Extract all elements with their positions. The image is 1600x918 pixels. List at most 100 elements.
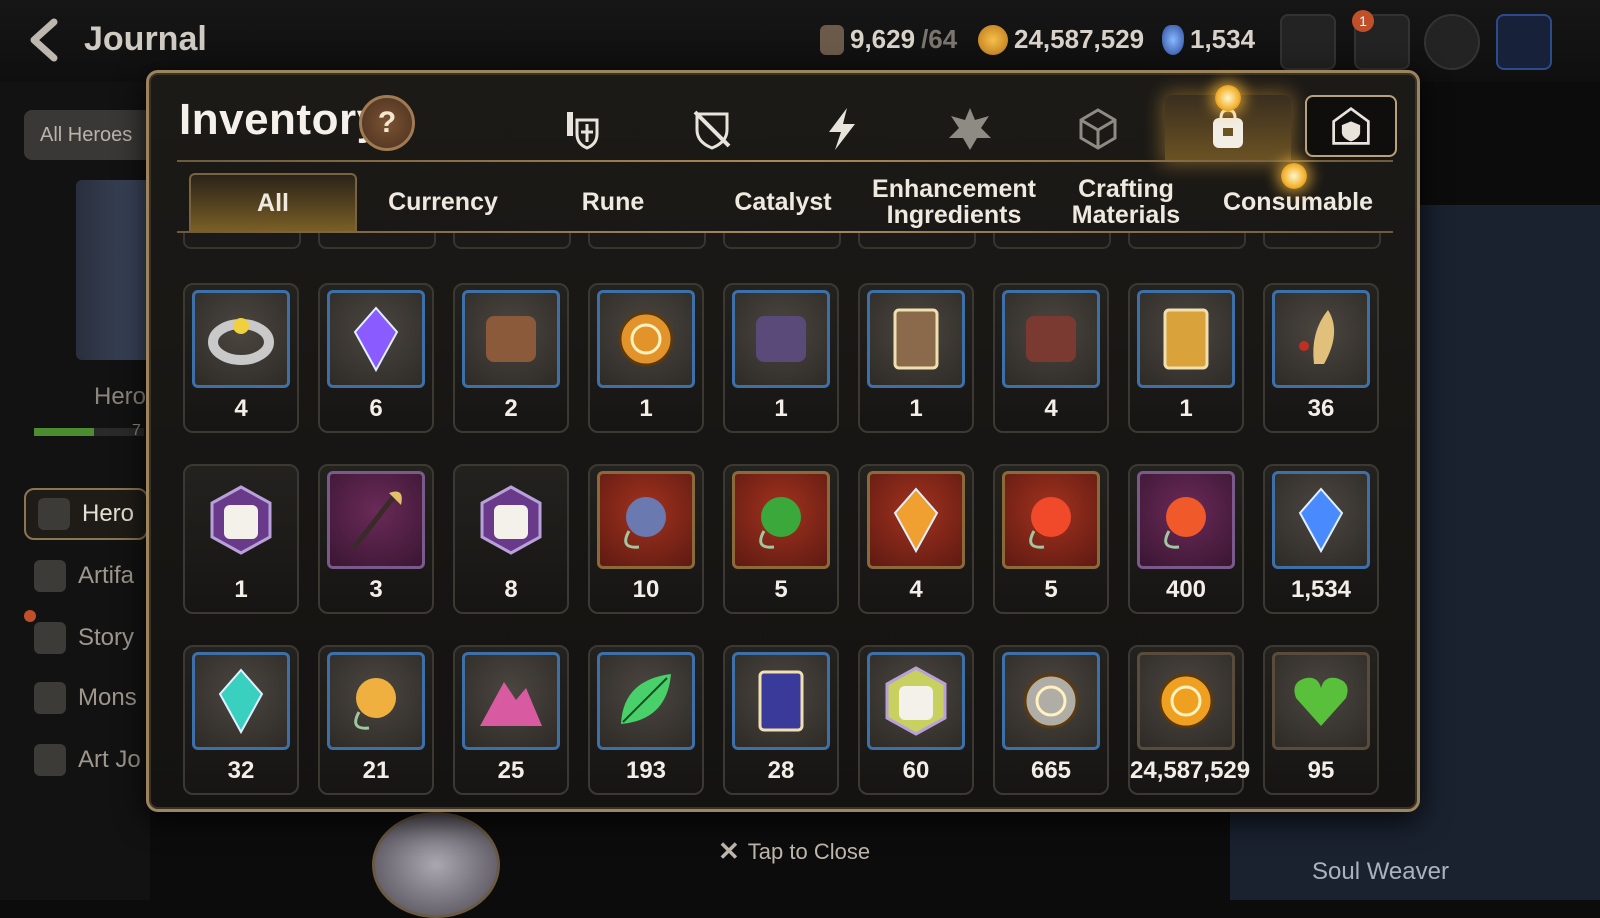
item-art <box>462 652 560 750</box>
item-count: 400 <box>1165 576 1207 603</box>
inventory-slot[interactable]: 95 <box>1263 645 1379 795</box>
inventory-slot[interactable]: 60 <box>858 645 974 795</box>
item-count: 1,534 <box>1290 576 1352 603</box>
hero-card-label: Hero <box>94 383 147 410</box>
menu-grid-button[interactable] <box>1496 14 1552 70</box>
inventory-slot[interactable]: 28 <box>723 645 839 795</box>
inventory-slot[interactable]: 4 <box>993 283 1109 433</box>
skystone-counter: 1,534 <box>1162 24 1255 55</box>
item-count: 5 <box>1044 576 1058 603</box>
inventory-slot[interactable]: 1 <box>183 464 299 614</box>
silver-coin-icon <box>1023 673 1079 729</box>
lightning-category-icon[interactable] <box>817 101 867 157</box>
inventory-slot[interactable]: 5 <box>993 464 1109 614</box>
inventory-slot[interactable]: 1 <box>723 283 839 433</box>
inventory-slot[interactable]: 400 <box>1128 464 1244 614</box>
item-art <box>1272 471 1370 569</box>
inventory-slot[interactable]: 6 <box>318 283 434 433</box>
back-arrow-icon[interactable] <box>24 18 68 62</box>
inventory-slot[interactable]: 1 <box>588 283 704 433</box>
inventory-slot[interactable]: 3 <box>318 464 434 614</box>
inventory-slot[interactable]: 4 <box>183 283 299 433</box>
item-art <box>1002 290 1100 388</box>
feather-wand-icon <box>351 491 402 551</box>
equipment-category-icon[interactable] <box>557 101 607 157</box>
sidebar-item-story[interactable]: Story <box>34 622 134 654</box>
close-icon: ✕ <box>718 836 740 866</box>
item-art <box>192 290 290 388</box>
item-art <box>732 290 830 388</box>
ring-icon <box>208 318 274 365</box>
item-art <box>1272 290 1370 388</box>
item-art <box>867 290 965 388</box>
item-art <box>192 471 290 569</box>
partial-slot <box>723 233 841 249</box>
partial-slot <box>318 233 436 249</box>
item-art <box>462 290 560 388</box>
tab-catalyst[interactable]: Catalyst <box>699 173 867 231</box>
item-art <box>732 471 830 569</box>
inventory-slot[interactable]: 36 <box>1263 283 1379 433</box>
sidebar-item-art[interactable]: Art Jo <box>34 744 141 776</box>
tap-to-close[interactable]: ✕ Tap to Close <box>718 836 870 867</box>
partial-slot <box>453 233 571 249</box>
inventory-slot[interactable]: 8 <box>453 464 569 614</box>
chat-button[interactable] <box>1424 14 1480 70</box>
gold-coin-icon <box>1158 673 1214 729</box>
item-art <box>867 471 965 569</box>
tab-crafting-materials[interactable]: Crafting Materials <box>1041 173 1211 231</box>
no-equip-category-icon[interactable] <box>687 101 737 157</box>
item-count: 36 <box>1307 395 1335 422</box>
gold-counter: 24,587,529 <box>978 24 1144 55</box>
teal-crystal-icon <box>218 668 264 735</box>
hero-card[interactable] <box>76 180 156 360</box>
partial-slot <box>1263 233 1381 249</box>
monster-icon <box>34 682 66 714</box>
inventory-modal: Inventory ? All Currency Rune Catalyst E… <box>146 70 1420 812</box>
scroll-tool-icon <box>486 316 536 362</box>
inventory-slot[interactable]: 24,587,529 <box>1128 645 1251 795</box>
inventory-slot[interactable]: 665 <box>993 645 1109 795</box>
codex-icon <box>1163 308 1209 370</box>
item-count: 21 <box>362 757 390 784</box>
item-count: 24,587,529 <box>1130 757 1251 784</box>
item-count: 1 <box>1179 395 1193 422</box>
tab-enhancement-ingredients[interactable]: Enhancement Ingredients <box>869 173 1039 231</box>
inventory-slot[interactable]: 25 <box>453 645 569 795</box>
item-art <box>462 471 560 569</box>
item-count: 4 <box>1044 395 1058 422</box>
inventory-slot[interactable]: 1,534 <box>1263 464 1379 614</box>
hero-progress-value: 7 <box>132 422 141 439</box>
item-art <box>1137 290 1235 388</box>
flame-crystal-icon <box>893 487 939 554</box>
inventory-slot[interactable]: 4 <box>858 464 974 614</box>
item-count: 193 <box>625 757 667 784</box>
inventory-slot[interactable]: 21 <box>318 645 434 795</box>
inventory-slot[interactable]: 10 <box>588 464 704 614</box>
item-count: 1 <box>774 395 788 422</box>
sidebar-item-hero[interactable]: Hero <box>24 488 149 540</box>
hero-progress-bar <box>34 428 144 436</box>
tab-all[interactable]: All <box>189 173 357 231</box>
tab-currency[interactable]: Currency <box>359 173 527 231</box>
storage-category-button[interactable] <box>1305 95 1397 157</box>
shop-button[interactable] <box>1280 14 1336 70</box>
item-art <box>867 652 965 750</box>
inventory-slot[interactable]: 5 <box>723 464 839 614</box>
sidebar-item-monster[interactable]: Mons <box>34 682 137 714</box>
item-art <box>1137 652 1235 750</box>
tab-rune[interactable]: Rune <box>529 173 697 231</box>
all-heroes-filter[interactable]: All Heroes <box>24 110 164 160</box>
inventory-slot[interactable]: 32 <box>183 645 299 795</box>
inventory-slot[interactable]: 1 <box>1128 283 1244 433</box>
inventory-slot[interactable]: 193 <box>588 645 704 795</box>
sidebar-item-artifact[interactable]: Artifa <box>34 560 134 592</box>
inventory-slot[interactable]: 2 <box>453 283 569 433</box>
skystone-icon <box>1298 487 1344 554</box>
artifact-category-icon[interactable] <box>945 101 995 157</box>
material-cube-category-icon[interactable] <box>1073 101 1123 157</box>
pink-mountain-icon <box>480 682 542 726</box>
inventory-slot[interactable]: 1 <box>858 283 974 433</box>
petal-charm-icon <box>1164 497 1206 549</box>
help-button[interactable]: ? <box>359 95 415 151</box>
